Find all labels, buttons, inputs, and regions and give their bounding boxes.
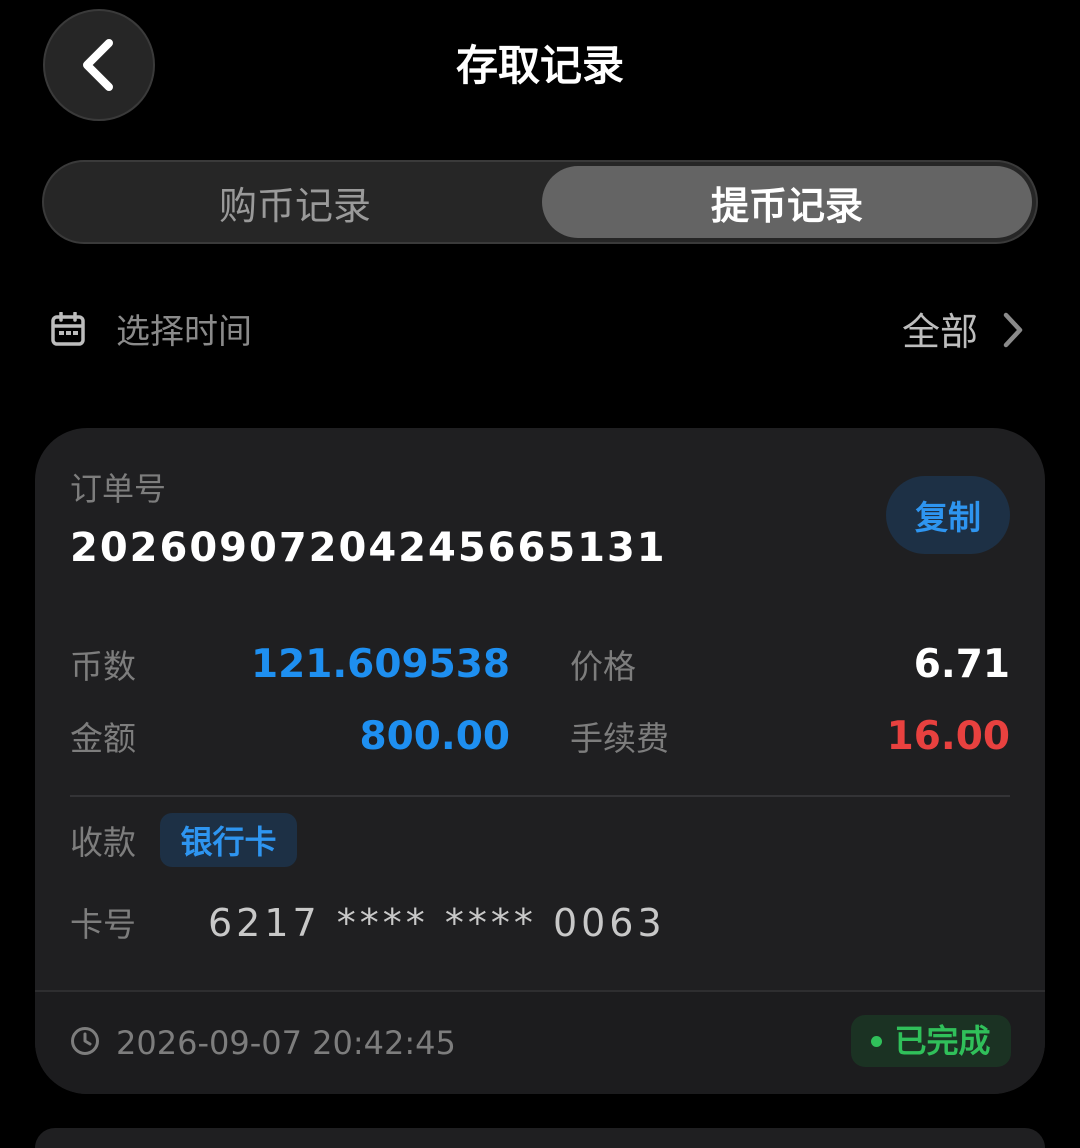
divider	[70, 795, 1010, 797]
select-time-label: 选择时间	[116, 312, 252, 352]
order-number: 20260907204245665131	[70, 525, 667, 571]
price-label: 价格	[570, 647, 636, 686]
clock-icon	[71, 1027, 99, 1055]
fee-value: 16.00	[886, 714, 1010, 759]
amount-label: 金额	[70, 719, 136, 758]
tab-withdraw-records[interactable]: 提币记录	[542, 166, 1032, 238]
coins-label: 币数	[70, 647, 136, 686]
status-dot-icon	[871, 1035, 883, 1047]
record-timestamp: 2026-09-07 20:42:45	[116, 1024, 456, 1062]
fee-label: 手续费	[570, 719, 669, 758]
calendar-icon	[51, 312, 85, 346]
card-number: 6217 **** **** 0063	[208, 901, 666, 945]
order-number-label: 订单号	[70, 470, 167, 508]
receive-label: 收款	[70, 823, 136, 862]
status-text: 已完成	[894, 1022, 991, 1060]
time-filter-value: 全部	[901, 310, 978, 354]
price-value: 6.71	[913, 642, 1010, 687]
page-title: 存取记录	[455, 41, 624, 90]
tab-buy-records[interactable]: 购币记录	[48, 166, 542, 238]
copy-button[interactable]: 复制	[886, 476, 1010, 554]
time-filter-row[interactable]: 选择时间 全部	[50, 300, 1030, 364]
record-footer: 2026-09-07 20:42:45 已完成	[35, 990, 1045, 1094]
chevron-right-icon	[1003, 312, 1023, 348]
withdraw-record-card: 订单号 20260907204245665131 复制 币数 121.60953…	[35, 428, 1045, 1094]
card-number-label: 卡号	[70, 905, 136, 944]
receive-method-badge: 银行卡	[160, 813, 297, 867]
record-tabs: 购币记录 提币记录	[42, 160, 1038, 244]
status-badge: 已完成	[851, 1015, 1011, 1067]
next-record-card	[35, 1128, 1045, 1148]
coins-value: 121.609538	[250, 642, 510, 687]
amount-value: 800.00	[359, 714, 511, 759]
